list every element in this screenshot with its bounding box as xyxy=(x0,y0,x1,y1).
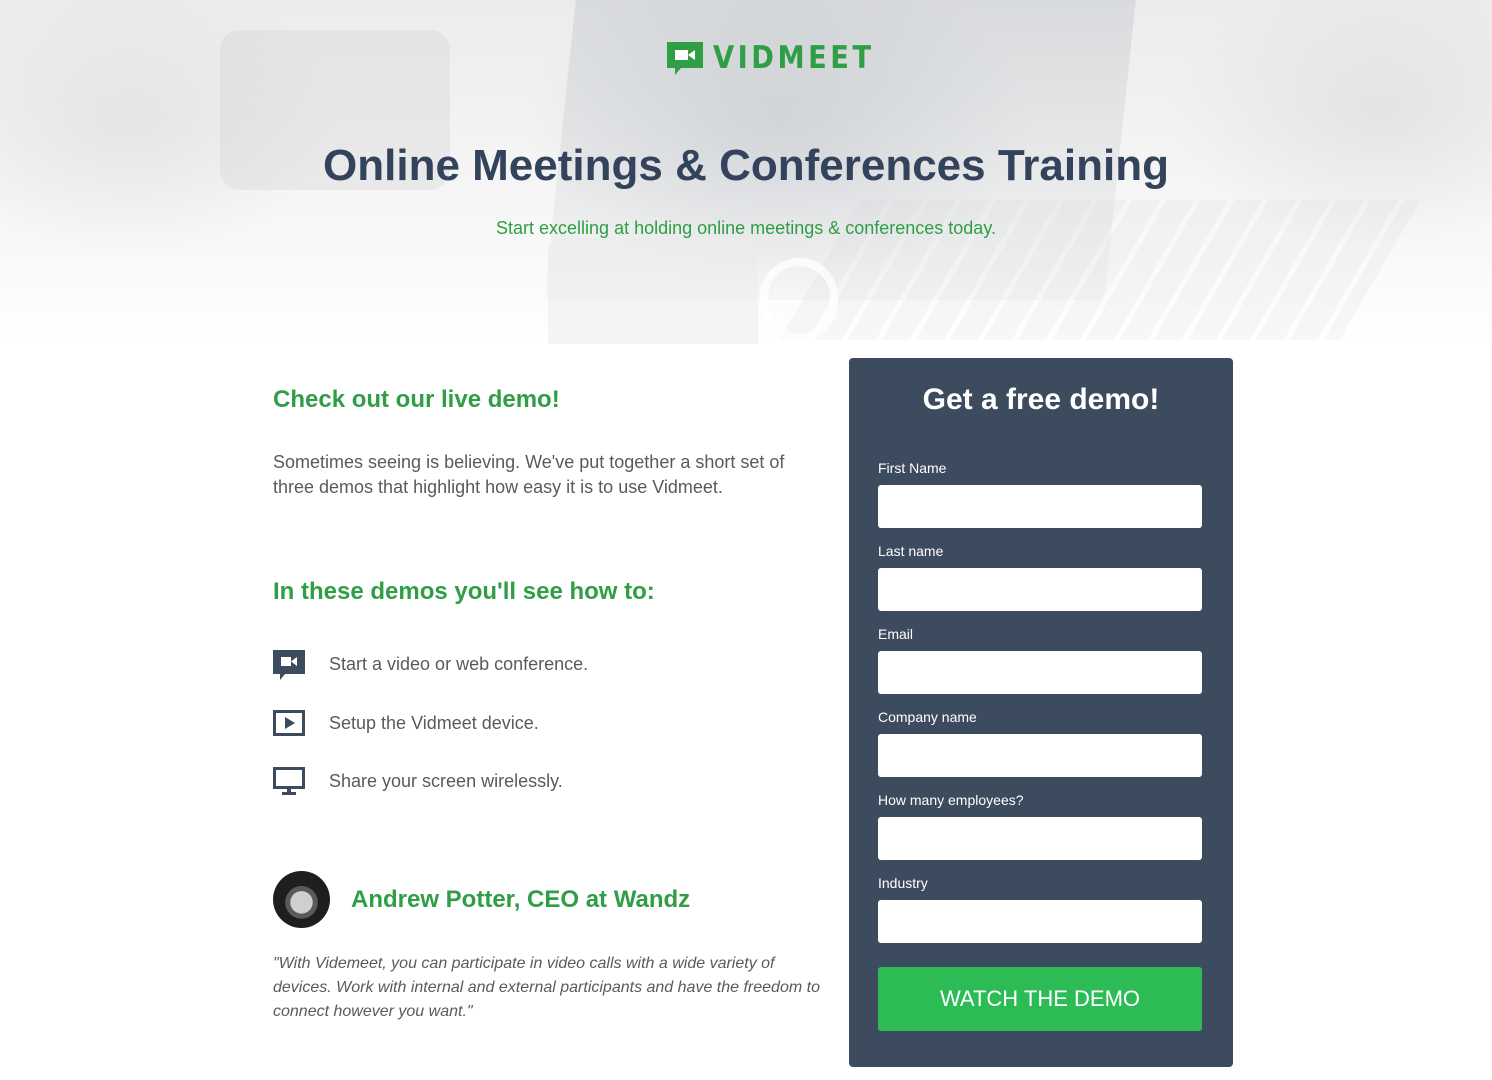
email-input[interactable] xyxy=(878,651,1202,694)
play-icon xyxy=(273,710,305,736)
employees-label: How many employees? xyxy=(878,792,1024,808)
feature-item-video-conference: Start a video or web conference. xyxy=(273,648,588,680)
watch-demo-button[interactable]: WATCH THE DEMO xyxy=(878,967,1202,1031)
hero-background-mug xyxy=(548,238,758,344)
employees-input[interactable] xyxy=(878,817,1202,860)
monitor-icon xyxy=(273,767,305,795)
brand-name: VIDMEET xyxy=(713,40,875,76)
first-name-input[interactable] xyxy=(878,485,1202,528)
testimonial-avatar xyxy=(273,871,330,928)
feature-label: Start a video or web conference. xyxy=(329,654,589,674)
brand-logo[interactable]: VIDMEET xyxy=(667,40,897,76)
features-heading: In these demos you'll see how to: xyxy=(273,578,655,605)
feature-item-share-screen: Share your screen wirelessly. xyxy=(273,765,563,797)
demo-heading: Check out our live demo! xyxy=(273,386,560,413)
page-subtitle: Start excelling at holding online meetin… xyxy=(496,218,996,238)
company-name-input[interactable] xyxy=(878,734,1202,777)
intro-text: Sometimes seeing is believing. We've put… xyxy=(273,452,785,497)
company-name-label: Company name xyxy=(878,709,977,725)
email-label: Email xyxy=(878,626,914,642)
video-chat-icon xyxy=(667,42,703,75)
form-title: Get a free demo! xyxy=(922,383,1160,416)
first-name-label: First Name xyxy=(878,460,947,476)
testimonial-quote: "With Videmeet, you can participate in v… xyxy=(273,955,820,1020)
industry-label: Industry xyxy=(878,875,928,891)
video-chat-icon xyxy=(273,650,305,680)
last-name-label: Last name xyxy=(878,543,944,559)
feature-item-setup-device: Setup the Vidmeet device. xyxy=(273,707,539,739)
hero-banner: VIDMEET Online Meetings & Conferences Tr… xyxy=(0,0,1492,344)
feature-label: Share your screen wirelessly. xyxy=(329,771,563,791)
last-name-input[interactable] xyxy=(878,568,1202,611)
industry-input[interactable] xyxy=(878,900,1202,943)
hero-background-mug-handle xyxy=(760,258,838,342)
page-title: Online Meetings & Conferences Training xyxy=(323,141,1169,190)
testimonial-author: Andrew Potter, CEO at Wandz xyxy=(351,886,691,913)
feature-label: Setup the Vidmeet device. xyxy=(329,713,539,733)
